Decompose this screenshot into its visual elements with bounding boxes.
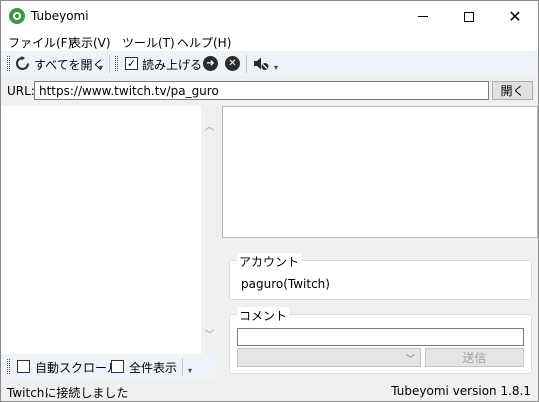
auto-scroll-checkbox[interactable] <box>17 360 30 373</box>
chevron-down-icon[interactable]: ▾ <box>274 63 278 72</box>
show-all-label: 全件表示 <box>129 361 178 375</box>
refresh-icon[interactable] <box>15 56 30 71</box>
checkmark-icon: ✓ <box>126 57 137 70</box>
minimize-icon <box>418 16 428 17</box>
menu-bar: ファイル(F) 表示(V) ツール(T) ヘルプ(H) <box>1 32 538 51</box>
toolbar: すべてを開く ▾ ✓ 読み上げる ➜ ✕ ▾ <box>1 51 538 76</box>
open-button[interactable]: 開く <box>492 81 533 100</box>
comment-input[interactable] <box>237 328 524 346</box>
version-label: Tubeyomi version 1.8.1 <box>391 384 531 398</box>
comment-group-label: コメント <box>237 307 290 324</box>
comment-list[interactable] <box>1 106 201 354</box>
speaker-mute-icon[interactable] <box>253 56 269 71</box>
url-input[interactable] <box>34 81 489 100</box>
account-name: paguro(Twitch) <box>241 277 330 291</box>
account-select[interactable]: ﹀ <box>237 348 421 367</box>
toolbar-divider <box>246 55 247 73</box>
minimize-button[interactable] <box>400 1 446 32</box>
close-icon: ✕ <box>508 6 522 26</box>
toolbar-divider <box>182 358 183 376</box>
open-all-button[interactable]: すべてを開く <box>34 56 104 73</box>
url-label: URL: <box>7 84 35 98</box>
send-button[interactable]: 送信 <box>425 348 524 367</box>
list-toolbar: 自動スクロール 全件表示 ▾ <box>1 354 218 379</box>
x-circle-icon[interactable]: ✕ <box>225 56 240 71</box>
account-group-label: アカウント <box>237 253 302 270</box>
preview-panel <box>222 106 538 238</box>
app-logo-icon <box>9 8 25 24</box>
chevron-down-icon: ﹀ <box>405 355 415 365</box>
window-title: Tubeyomi <box>31 9 89 23</box>
toolbar-divider <box>109 55 110 73</box>
chevron-down-icon[interactable]: ▾ <box>99 63 103 72</box>
show-all-checkbox[interactable] <box>111 360 124 373</box>
toolbar-grip-icon[interactable] <box>7 56 10 71</box>
app-window: Tubeyomi ✕ ファイル(F) 表示(V) ツール(T) ヘルプ(H) す… <box>0 0 539 402</box>
status-bar: Twitchに接続しました Tubeyomi version 1.8.1 <box>1 379 538 401</box>
close-button[interactable]: ✕ <box>492 1 538 32</box>
maximize-icon <box>464 11 474 22</box>
title-bar[interactable]: Tubeyomi ✕ <box>1 1 538 32</box>
arrow-right-circle-icon[interactable]: ➜ <box>203 56 218 71</box>
read-aloud-checkbox[interactable]: ✓ <box>125 57 138 70</box>
toolbar-grip-icon[interactable] <box>7 359 10 374</box>
status-message: Twitchに接続しました <box>7 386 129 400</box>
maximize-button[interactable] <box>446 1 492 32</box>
read-aloud-label: 読み上げる <box>142 58 203 72</box>
menu-view[interactable]: 表示(V) <box>69 34 111 51</box>
vertical-scrollbar[interactable]: ︿ ﹀ <box>201 106 218 354</box>
menu-file[interactable]: ファイル(F) <box>8 34 72 51</box>
scroll-down-icon[interactable]: ﹀ <box>201 326 218 341</box>
toolbar-grip-icon[interactable] <box>115 56 118 71</box>
menu-help[interactable]: ヘルプ(H) <box>177 34 231 51</box>
scroll-up-icon[interactable]: ︿ <box>201 118 218 133</box>
chevron-down-icon[interactable]: ▾ <box>188 366 192 375</box>
menu-tools[interactable]: ツール(T) <box>122 34 175 51</box>
auto-scroll-label: 自動スクロール <box>35 361 120 375</box>
